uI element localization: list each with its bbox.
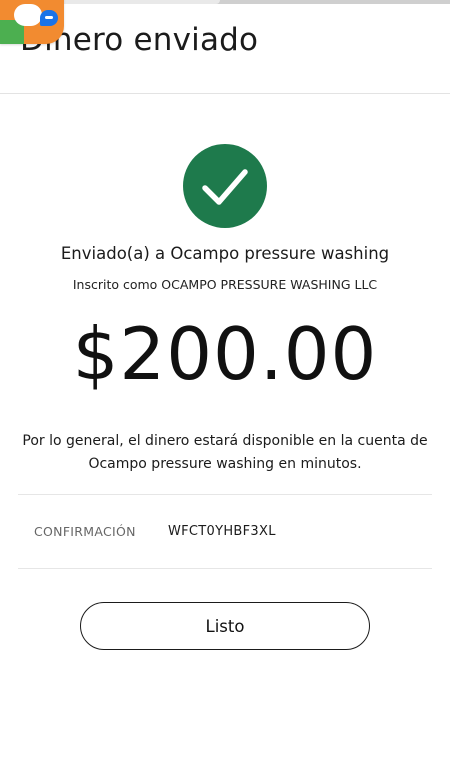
recipient-name: Enviado(a) a Ocampo pressure washing	[60, 244, 390, 263]
check-icon	[183, 144, 267, 228]
divider	[18, 494, 432, 495]
amount-sent: $200.00	[72, 312, 378, 396]
confirmation-label: CONFIRMACIÓN	[34, 524, 136, 539]
screen: Dinero enviado Enviado(a) a Ocampo press…	[0, 0, 450, 768]
confirmation-code: WFCT0YHBF3XL	[168, 524, 276, 539]
done-button[interactable]: Listo	[80, 602, 370, 650]
divider	[18, 568, 432, 569]
chat-bubble-icon[interactable]	[0, 0, 64, 44]
recipient-registered-name: Inscrito como OCAMPO PRESSURE WASHING LL…	[72, 277, 378, 292]
availability-info: Por lo general, el dinero estará disponi…	[22, 433, 428, 472]
header: Dinero enviado	[0, 0, 450, 94]
